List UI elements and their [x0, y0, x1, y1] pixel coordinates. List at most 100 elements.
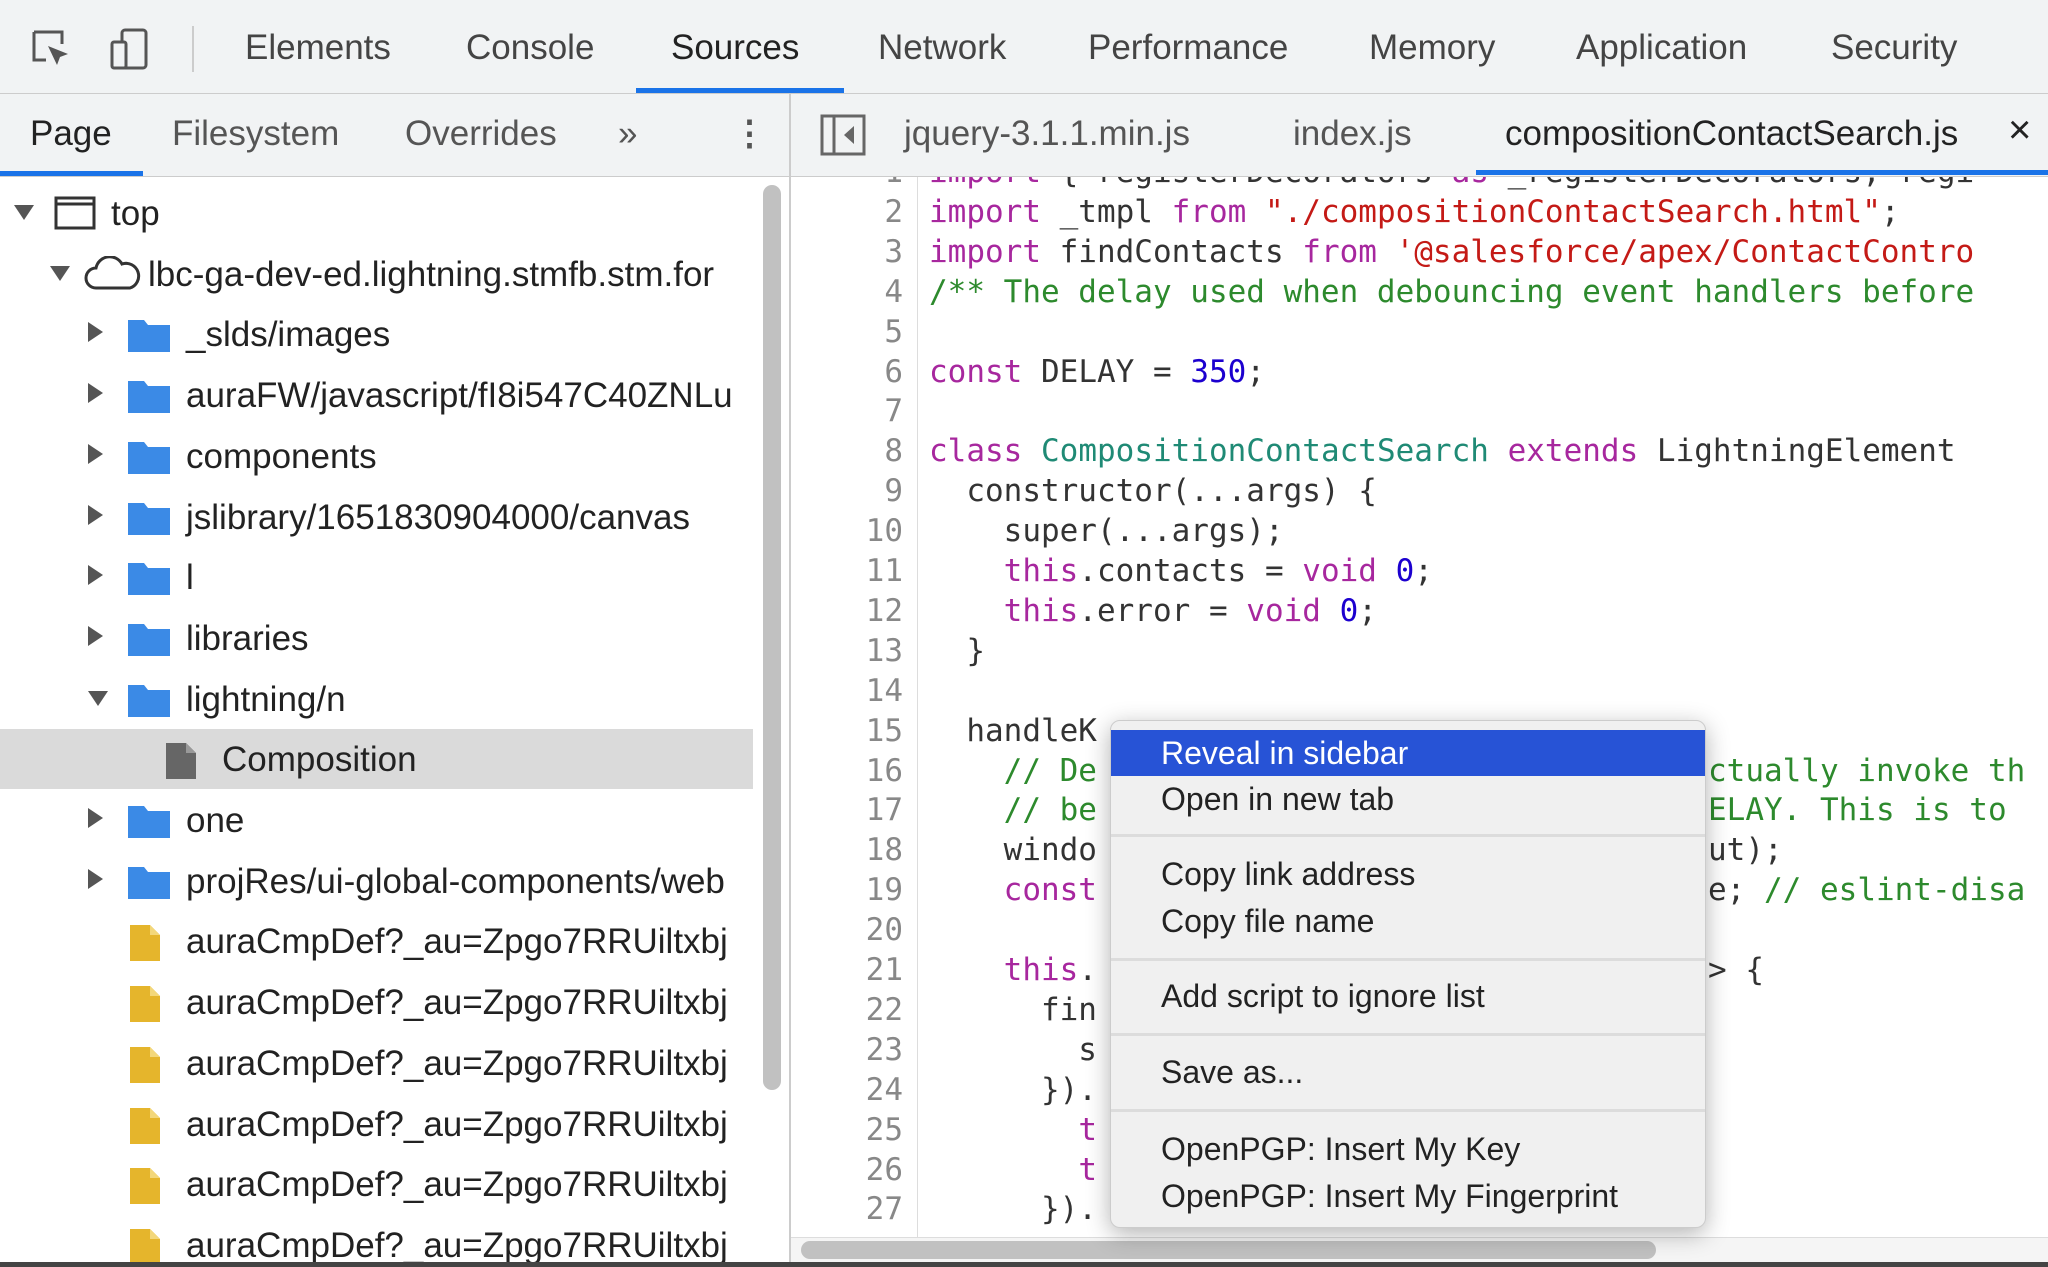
tree-item[interactable]: auraCmpDef?_au=Zpgo7RRUiltxbj	[0, 972, 753, 1032]
code-text: // be	[929, 790, 1097, 830]
expand-arrow-right-icon[interactable]	[88, 565, 103, 586]
line-number[interactable]: 18	[791, 830, 903, 870]
line-number[interactable]: 25	[791, 1110, 903, 1150]
line-number[interactable]: 24	[791, 1070, 903, 1110]
close-tab-icon[interactable]: ×	[2008, 108, 2031, 153]
line-number[interactable]: 15	[791, 711, 903, 751]
expand-arrow-right-icon[interactable]	[88, 383, 103, 404]
expand-arrow-right-icon[interactable]	[88, 443, 103, 464]
line-number[interactable]: 3	[791, 232, 903, 272]
line-number[interactable]: 12	[791, 591, 903, 631]
line-number[interactable]: 11	[791, 551, 903, 591]
editor-horizontal-scrollbar[interactable]	[801, 1241, 1656, 1259]
tree-item[interactable]: projRes/ui-global-components/web	[0, 851, 753, 911]
line-number[interactable]: 4	[791, 272, 903, 312]
line-number-gutter-border	[917, 177, 918, 1237]
expand-arrow-down-icon[interactable]	[14, 205, 34, 220]
tab-console[interactable]: Console	[466, 28, 594, 68]
tree-item[interactable]: jslibrary/1651830904000/canvas	[0, 487, 753, 547]
tree-item[interactable]: _slds/images	[0, 304, 753, 364]
more-tabs-button[interactable]: »	[618, 114, 637, 154]
code-text: fin	[929, 990, 1097, 1030]
expand-arrow-right-icon[interactable]	[88, 504, 103, 525]
tree-item[interactable]: auraCmpDef?_au=Zpgo7RRUiltxbj	[0, 1094, 753, 1154]
expand-arrow-right-icon[interactable]	[88, 808, 103, 828]
navigator-tab-overrides[interactable]: Overrides	[405, 114, 557, 154]
navigator-menu-button[interactable]: ⋮	[732, 114, 767, 154]
expand-arrow-right-icon[interactable]	[88, 322, 103, 343]
menu-item-copy-file-name[interactable]: Copy file name	[1111, 898, 1705, 944]
tree-item[interactable]: auraCmpDef?_au=Zpgo7RRUiltxbj	[0, 911, 753, 971]
code-token: extends	[1507, 433, 1639, 470]
line-number[interactable]: 21	[791, 950, 903, 990]
script-icon	[128, 1045, 162, 1094]
navigator-tab-filesystem[interactable]: Filesystem	[172, 114, 339, 154]
inspect-element-icon[interactable]	[30, 28, 74, 72]
toggle-navigator-icon[interactable]	[820, 114, 866, 161]
code-text: /** The delay used when debouncing event…	[929, 272, 1974, 312]
line-number[interactable]: 16	[791, 751, 903, 791]
tab-security[interactable]: Security	[1831, 28, 1957, 68]
line-number[interactable]: 23	[791, 1030, 903, 1070]
expand-arrow-down-icon[interactable]	[88, 690, 108, 706]
code-text: // De	[929, 751, 1097, 791]
menu-item-save-as[interactable]: Save as...	[1111, 1049, 1705, 1095]
menu-item-add-script-to-ignore-list[interactable]: Add script to ignore list	[1111, 973, 1705, 1019]
tree-item[interactable]: auraCmpDef?_au=Zpgo7RRUiltxbj	[0, 1154, 753, 1214]
menu-item-openpgp-insert-my-fingerprint[interactable]: OpenPGP: Insert My Fingerprint	[1111, 1173, 1705, 1219]
code-text-right: > {	[1708, 950, 1764, 990]
tab-memory[interactable]: Memory	[1369, 28, 1495, 68]
tree-item[interactable]: libraries	[0, 608, 753, 668]
tab-elements[interactable]: Elements	[245, 28, 391, 68]
code-text: windo	[929, 830, 1097, 870]
line-number[interactable]: 13	[791, 631, 903, 671]
line-number[interactable]: 27	[791, 1189, 903, 1229]
navigator-tab-page[interactable]: Page	[30, 114, 112, 154]
tab-network[interactable]: Network	[878, 28, 1006, 68]
code-token: handleK	[929, 712, 1097, 749]
tree-item[interactable]: components	[0, 426, 753, 486]
tree-item[interactable]: auraCmpDef?_au=Zpgo7RRUiltxbj	[0, 1215, 753, 1267]
expand-arrow-down-icon[interactable]	[50, 265, 70, 281]
menu-item-reveal-in-sidebar[interactable]: Reveal in sidebar	[1111, 730, 1705, 776]
line-number[interactable]: 10	[791, 511, 903, 551]
menu-item-openpgp-insert-my-key[interactable]: OpenPGP: Insert My Key	[1111, 1126, 1705, 1172]
file-tab[interactable]: index.js	[1293, 114, 1412, 154]
line-number[interactable]: 7	[791, 391, 903, 431]
tree-item[interactable]: auraFW/javascript/fI8i547C40ZNLu	[0, 365, 753, 425]
line-number[interactable]: 2	[791, 192, 903, 232]
tab-performance[interactable]: Performance	[1088, 28, 1288, 68]
tree-item-label: auraFW/javascript/fI8i547C40ZNLu	[186, 376, 733, 416]
menu-item-open-in-new-tab[interactable]: Open in new tab	[1111, 776, 1705, 822]
tree-item[interactable]: Composition	[0, 729, 753, 790]
expand-arrow-right-icon[interactable]	[88, 625, 103, 646]
tab-application[interactable]: Application	[1576, 28, 1747, 68]
line-number[interactable]: 19	[791, 870, 903, 910]
line-number[interactable]: 17	[791, 790, 903, 830]
line-number[interactable]: 5	[791, 312, 903, 352]
tree-item[interactable]: one	[0, 790, 753, 850]
code-token: .contacts =	[1078, 553, 1303, 589]
tab-sources[interactable]: Sources	[671, 28, 799, 68]
tree-item[interactable]: lightning/n	[0, 669, 753, 729]
file-tab[interactable]: jquery-3.1.1.min.js	[904, 114, 1190, 154]
menu-separator	[1111, 1033, 1705, 1036]
expand-arrow-right-icon[interactable]	[88, 868, 103, 889]
line-number[interactable]: 20	[791, 910, 903, 950]
line-number[interactable]: 1	[791, 177, 903, 192]
line-number[interactable]: 26	[791, 1150, 903, 1190]
device-toolbar-icon[interactable]	[108, 28, 152, 72]
file-tab[interactable]: compositionContactSearch.js	[1505, 114, 1958, 154]
menu-item-copy-link-address[interactable]: Copy link address	[1111, 851, 1705, 897]
tree-item[interactable]: top	[0, 183, 753, 243]
tree-item[interactable]: l	[0, 547, 753, 607]
tree-item[interactable]: lbc-ga-dev-ed.lightning.stmfb.stm.for	[0, 244, 753, 304]
code-line: 6 const DELAY = 350;	[791, 352, 2048, 392]
line-number[interactable]: 9	[791, 471, 903, 511]
line-number[interactable]: 14	[791, 671, 903, 711]
navigator-scrollbar[interactable]	[763, 185, 781, 1090]
line-number[interactable]: 6	[791, 352, 903, 392]
line-number[interactable]: 22	[791, 990, 903, 1030]
line-number[interactable]: 8	[791, 431, 903, 471]
tree-item[interactable]: auraCmpDef?_au=Zpgo7RRUiltxbj	[0, 1033, 753, 1093]
